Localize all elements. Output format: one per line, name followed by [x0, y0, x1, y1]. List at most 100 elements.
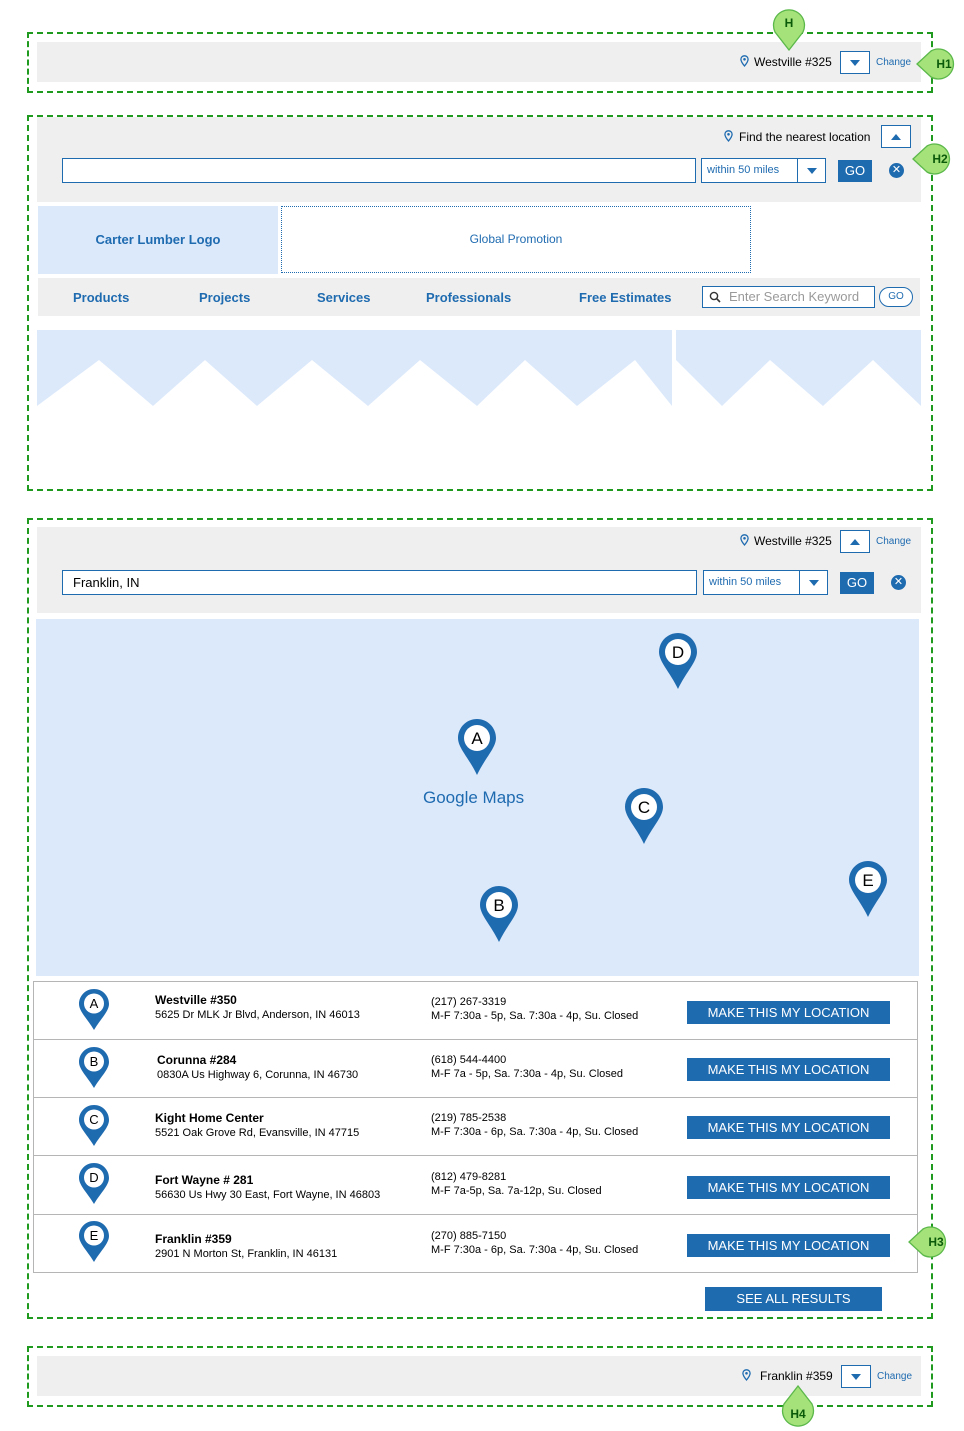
map-pin-b[interactable]: B [479, 885, 519, 943]
radius-dropdown-arrow[interactable] [797, 159, 825, 182]
location-go-button[interactable]: GO [840, 572, 874, 594]
result-store-address: 5521 Oak Grove Rd, Evansville, IN 47715 [155, 1127, 360, 1139]
search-icon [709, 291, 721, 303]
result-pin-icon: B [79, 1047, 109, 1088]
result-store-name: Kight Home Center [155, 1111, 264, 1125]
chevron-up-icon [850, 538, 860, 545]
result-pin-icon: E [79, 1221, 109, 1262]
result-store-phone: (217) 267-3319 [431, 996, 507, 1008]
chevron-up-icon [891, 133, 901, 140]
current-location-name: Westville #325 [754, 534, 832, 548]
location-pin-icon [740, 55, 749, 67]
nav-item-free-estimates[interactable]: Free Estimates [579, 290, 672, 305]
map-pin-letter: D [672, 643, 684, 662]
result-pin-icon: D [79, 1163, 109, 1204]
map-pin-d[interactable]: D [658, 632, 698, 690]
location-pin-icon [740, 534, 749, 546]
location-pin-icon [724, 130, 733, 142]
result-store-phone: (270) 885-7150 [431, 1230, 507, 1242]
result-store-phone: (812) 479-8281 [431, 1171, 507, 1183]
annotation-label: H4 [790, 1407, 806, 1421]
result-row: B Corunna #284 0830A Us Highway 6, Corun… [34, 1040, 917, 1098]
radius-select-label: within 50 miles [709, 576, 782, 588]
location-dropdown-button[interactable] [840, 51, 870, 74]
change-location-link[interactable]: Change [876, 536, 911, 547]
site-logo[interactable]: Carter Lumber Logo [38, 206, 278, 274]
result-store-name: Fort Wayne # 281 [155, 1173, 254, 1187]
change-location-link[interactable]: Change [876, 57, 911, 68]
map-pin-letter: B [493, 896, 504, 915]
nav-item-products[interactable]: Products [73, 290, 129, 305]
map-pin-a[interactable]: A [457, 718, 497, 776]
chevron-down-icon [850, 59, 860, 66]
result-pin-letter: E [90, 1228, 99, 1243]
make-my-location-button[interactable]: MAKE THIS MY LOCATION [687, 1234, 890, 1257]
result-store-hours: M-F 7a-5p, Sa. 7a-12p, Su. Closed [431, 1185, 602, 1197]
map-pin-letter: C [638, 798, 650, 817]
annotation-label: H2 [932, 152, 948, 166]
current-location-name: Franklin #359 [760, 1369, 833, 1383]
annotation-callout-h2: H2 [912, 143, 951, 175]
map-pin-e[interactable]: E [848, 860, 888, 918]
make-my-location-button[interactable]: MAKE THIS MY LOCATION [687, 1116, 890, 1139]
result-store-name: Corunna #284 [157, 1053, 237, 1067]
collapse-finder-button[interactable] [840, 530, 870, 553]
nav-item-services[interactable]: Services [317, 290, 371, 305]
result-store-hours: M-F 7a - 5p, Sa. 7:30a - 4p, Su. Closed [431, 1068, 623, 1080]
annotation-callout-h: H [772, 9, 806, 51]
result-row: D Fort Wayne # 281 56630 Us Hwy 30 East,… [34, 1156, 917, 1215]
annotation-label: H3 [928, 1235, 944, 1249]
radius-select[interactable]: within 50 miles [703, 570, 828, 595]
annotation-callout-h4: H4 [781, 1385, 815, 1427]
annotation-label: H [785, 16, 794, 30]
result-store-hours: M-F 7:30a - 6p, Sa. 7:30a - 4p, Su. Clos… [431, 1126, 639, 1138]
keyword-search-placeholder: Enter Search Keyword [729, 289, 860, 304]
make-my-location-button[interactable]: MAKE THIS MY LOCATION [687, 1058, 890, 1081]
result-store-address: 2901 N Morton St, Franklin, IN 46131 [155, 1248, 338, 1260]
annotation-callout-h3: H3 [908, 1226, 947, 1258]
result-pin-letter: D [89, 1170, 98, 1185]
result-store-hours: M-F 7:30a - 6p, Sa. 7:30a - 4p, Su. Clos… [431, 1244, 639, 1256]
location-go-button[interactable]: GO [838, 160, 872, 182]
keyword-search-go-button[interactable]: GO [879, 287, 913, 307]
keyword-search-input[interactable]: Enter Search Keyword [702, 286, 875, 308]
result-pin-icon: C [79, 1105, 109, 1146]
result-pin-icon: A [79, 989, 109, 1030]
hero-image-right [676, 330, 921, 406]
result-store-phone: (618) 544-4400 [431, 1054, 507, 1066]
collapse-finder-button[interactable] [881, 125, 911, 148]
location-search-input[interactable] [62, 158, 696, 183]
result-store-name: Westville #350 [155, 993, 237, 1007]
result-row: A Westville #350 5625 Dr MLK Jr Blvd, An… [34, 982, 917, 1040]
chevron-down-icon [806, 167, 817, 174]
make-my-location-button[interactable]: MAKE THIS MY LOCATION [687, 1176, 890, 1199]
radius-dropdown-arrow[interactable] [799, 571, 827, 594]
make-my-location-button[interactable]: MAKE THIS MY LOCATION [687, 1001, 890, 1024]
see-all-results-button[interactable]: SEE ALL RESULTS [705, 1287, 882, 1311]
result-store-hours: M-F 7:30a - 5p, Sa. 7:30a - 4p, Su. Clos… [431, 1010, 639, 1022]
global-promotion-banner[interactable]: Global Promotion [281, 206, 751, 273]
location-pin-icon [742, 1369, 751, 1381]
nav-item-professionals[interactable]: Professionals [426, 290, 511, 305]
location-results-list: A Westville #350 5625 Dr MLK Jr Blvd, An… [33, 981, 918, 1273]
result-pin-letter: A [90, 996, 99, 1011]
change-location-link[interactable]: Change [877, 1371, 912, 1382]
map-pin-letter: E [862, 871, 873, 890]
radius-select[interactable]: within 50 miles [701, 158, 826, 183]
hero-banner-placeholder [37, 330, 921, 406]
nav-item-projects[interactable]: Projects [199, 290, 250, 305]
location-search-input[interactable]: Franklin, IN [62, 570, 697, 595]
result-pin-letter: C [89, 1112, 98, 1127]
result-store-address: 0830A Us Highway 6, Corunna, IN 46730 [157, 1069, 359, 1081]
current-location-name: Westville #325 [754, 55, 832, 69]
result-store-address: 5625 Dr MLK Jr Blvd, Anderson, IN 46013 [155, 1009, 360, 1021]
clear-search-icon[interactable]: ✕ [891, 575, 906, 590]
result-store-address: 56630 Us Hwy 30 East, Fort Wayne, IN 468… [155, 1189, 381, 1201]
clear-search-icon[interactable]: ✕ [889, 163, 904, 178]
annotation-label: H1 [936, 57, 952, 71]
location-dropdown-button[interactable] [841, 1365, 871, 1388]
result-row: C Kight Home Center 5521 Oak Grove Rd, E… [34, 1098, 917, 1156]
map-pin-c[interactable]: C [624, 787, 664, 845]
radius-select-label: within 50 miles [707, 164, 780, 176]
result-store-phone: (219) 785-2538 [431, 1112, 507, 1124]
